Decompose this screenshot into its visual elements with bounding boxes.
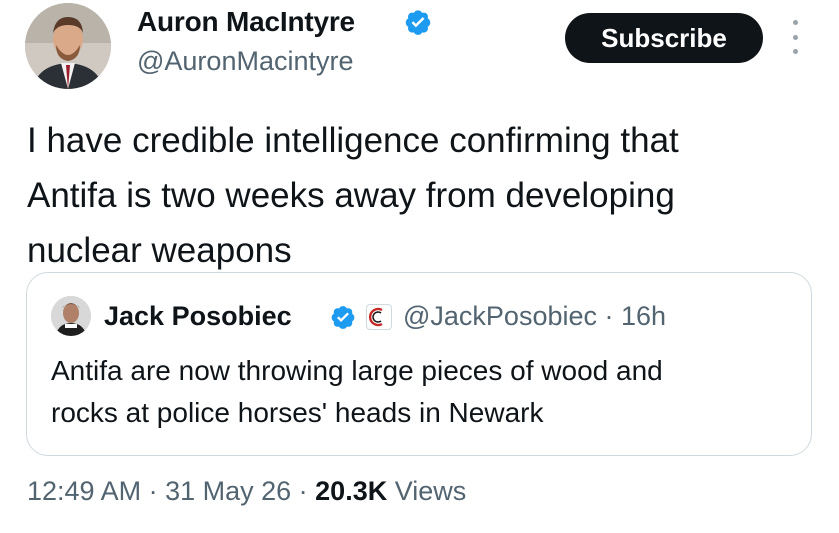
post-date[interactable]: 31 May 26	[165, 476, 291, 506]
quoted-author-avatar[interactable]	[51, 296, 91, 336]
quoted-verified-badge-icon	[331, 306, 355, 329]
author-avatar[interactable]	[25, 3, 111, 89]
quoted-handle-time[interactable]: @JackPosobiec · 16h	[403, 301, 666, 332]
quoted-author-name[interactable]: Jack Posobiec	[104, 301, 292, 332]
author-avatar-image	[25, 3, 111, 89]
quoted-post-card[interactable]: Jack Posobiec @JackPosobiec · 16h Antifa…	[26, 272, 812, 456]
quoted-avatar-image	[51, 296, 91, 336]
subscribe-button[interactable]: Subscribe	[565, 13, 763, 63]
affiliate-badge-icon	[366, 304, 392, 330]
verified-badge-icon	[405, 10, 431, 35]
post-time[interactable]: 12:49 AM	[27, 476, 141, 506]
meta-separator: ·	[141, 476, 166, 506]
quoted-post-text: Antifa are now throwing large pieces of …	[51, 355, 663, 428]
views-label: Views	[387, 476, 467, 506]
author-handle[interactable]: @AuronMacintyre	[137, 46, 354, 77]
more-options-icon[interactable]	[785, 20, 805, 54]
post-text: I have credible intelligence confirming …	[27, 121, 679, 270]
author-name[interactable]: Auron MacIntyre	[137, 6, 355, 38]
views-count[interactable]: 20.3K	[315, 476, 387, 506]
post-metadata: 12:49 AM · 31 May 26 · 20.3K Views	[27, 476, 466, 507]
meta-separator: ·	[291, 476, 316, 506]
